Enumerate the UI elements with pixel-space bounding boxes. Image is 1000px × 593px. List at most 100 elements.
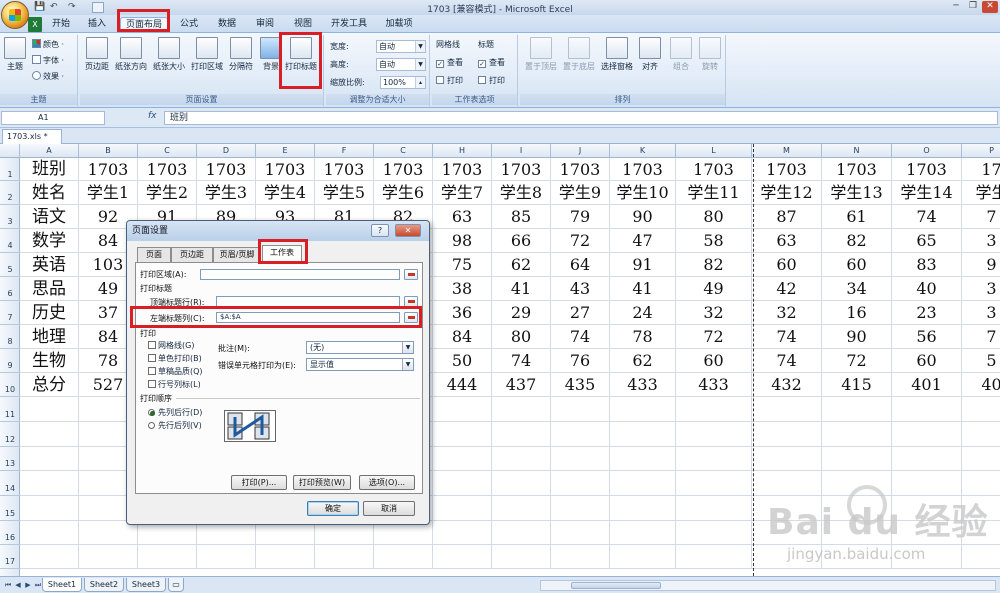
- cell-d1[interactable]: 1703: [197, 158, 256, 181]
- close-button[interactable]: ✕: [982, 1, 998, 13]
- select-all-corner[interactable]: [0, 144, 20, 158]
- cell-d2[interactable]: 学生3: [197, 181, 256, 205]
- selection-pane-button[interactable]: 选择窗格: [598, 37, 636, 83]
- cell-i3[interactable]: 85: [492, 205, 551, 229]
- cell-m10[interactable]: 432: [752, 373, 822, 397]
- cell-k8[interactable]: 78: [610, 325, 676, 349]
- cell-e2[interactable]: 学生4: [256, 181, 315, 205]
- cell-k9[interactable]: 62: [610, 349, 676, 373]
- cell-a13[interactable]: [20, 447, 79, 471]
- cell-a1[interactable]: 班别: [20, 158, 79, 181]
- cell-c2[interactable]: 学生2: [138, 181, 197, 205]
- cell-l9[interactable]: 60: [676, 349, 752, 373]
- cell-n17[interactable]: [822, 545, 892, 569]
- insert-sheet-button[interactable]: ▭: [168, 578, 184, 592]
- cell-m8[interactable]: 74: [752, 325, 822, 349]
- tab-data[interactable]: 数据: [212, 17, 242, 32]
- column-header-l[interactable]: L: [676, 144, 752, 158]
- cell-p2[interactable]: 学生: [962, 181, 1000, 205]
- cell-f1[interactable]: 1703: [315, 158, 374, 181]
- cell-m14[interactable]: [752, 471, 822, 496]
- cell-a17[interactable]: [20, 545, 79, 569]
- cell-l8[interactable]: 72: [676, 325, 752, 349]
- cell-e17[interactable]: [256, 545, 315, 569]
- cell-o16[interactable]: [892, 521, 962, 545]
- sheet-tab-sheet1[interactable]: Sheet1: [42, 578, 82, 592]
- cell-n2[interactable]: 学生13: [822, 181, 892, 205]
- cell-i1[interactable]: 1703: [492, 158, 551, 181]
- cell-k1[interactable]: 1703: [610, 158, 676, 181]
- help-button[interactable]: ?: [371, 224, 389, 237]
- cell-l12[interactable]: [676, 422, 752, 447]
- cell-h16[interactable]: [433, 521, 492, 545]
- align-button[interactable]: 对齐: [634, 37, 666, 83]
- cell-a5[interactable]: 英语: [20, 253, 79, 277]
- cell-j17[interactable]: [551, 545, 610, 569]
- black-white-checkbox[interactable]: 单色打印(B): [148, 353, 202, 364]
- cell-l7[interactable]: 32: [676, 301, 752, 325]
- cell-a8[interactable]: 地理: [20, 325, 79, 349]
- cell-a12[interactable]: [20, 422, 79, 447]
- cell-l3[interactable]: 80: [676, 205, 752, 229]
- column-header-p[interactable]: P: [962, 144, 1000, 158]
- row-col-headings-checkbox[interactable]: 行号列标(L): [148, 379, 201, 390]
- cell-c1[interactable]: 1703: [138, 158, 197, 181]
- theme-colors-button[interactable]: 颜色 ·: [32, 39, 64, 51]
- cell-j5[interactable]: 64: [551, 253, 610, 277]
- cell-l14[interactable]: [676, 471, 752, 496]
- cell-p3[interactable]: 7: [962, 205, 1000, 229]
- cell-o4[interactable]: 65: [892, 229, 962, 253]
- gridlines-print-checkbox[interactable]: 打印: [436, 75, 463, 87]
- cell-o8[interactable]: 56: [892, 325, 962, 349]
- down-then-over-radio[interactable]: 先列后行(D): [148, 407, 202, 418]
- row-header-12[interactable]: 12: [0, 422, 20, 447]
- cell-p6[interactable]: 3: [962, 277, 1000, 301]
- themes-button[interactable]: 主题: [2, 37, 28, 83]
- breaks-button[interactable]: 分隔符: [224, 37, 258, 83]
- cell-o1[interactable]: 1703: [892, 158, 962, 181]
- cell-i4[interactable]: 66: [492, 229, 551, 253]
- cell-h12[interactable]: [433, 422, 492, 447]
- cell-p5[interactable]: 9: [962, 253, 1000, 277]
- cell-n3[interactable]: 61: [822, 205, 892, 229]
- cell-i2[interactable]: 学生8: [492, 181, 551, 205]
- cell-n5[interactable]: 60: [822, 253, 892, 277]
- cell-n8[interactable]: 90: [822, 325, 892, 349]
- cell-p9[interactable]: 5: [962, 349, 1000, 373]
- cell-l4[interactable]: 58: [676, 229, 752, 253]
- cell-a11[interactable]: [20, 397, 79, 422]
- cell-h4[interactable]: 98: [433, 229, 492, 253]
- cell-h6[interactable]: 38: [433, 277, 492, 301]
- row-header-1[interactable]: 1: [0, 158, 20, 181]
- theme-fonts-button[interactable]: 字体 ·: [32, 55, 64, 67]
- restore-button[interactable]: ❐: [965, 1, 981, 13]
- last-sheet-icon[interactable]: ⏭: [34, 580, 42, 590]
- cell-a16[interactable]: [20, 521, 79, 545]
- cell-j8[interactable]: 74: [551, 325, 610, 349]
- cell-b2[interactable]: 学生1: [79, 181, 138, 205]
- cell-m9[interactable]: 74: [752, 349, 822, 373]
- cell-o3[interactable]: 74: [892, 205, 962, 229]
- cell-i11[interactable]: [492, 397, 551, 422]
- cell-h1[interactable]: 1703: [433, 158, 492, 181]
- cell-n15[interactable]: [822, 496, 892, 521]
- column-header-d[interactable]: D: [197, 144, 256, 158]
- draft-quality-checkbox[interactable]: 草稿品质(Q): [148, 366, 203, 377]
- cell-p14[interactable]: [962, 471, 1000, 496]
- cell-i17[interactable]: [492, 545, 551, 569]
- minimize-button[interactable]: ─: [948, 1, 964, 13]
- cell-i13[interactable]: [492, 447, 551, 471]
- cell-m4[interactable]: 63: [752, 229, 822, 253]
- row-header-11[interactable]: 11: [0, 397, 20, 422]
- ok-button[interactable]: 确定: [307, 501, 359, 516]
- tab-addins[interactable]: 加载项: [380, 17, 418, 32]
- cell-l5[interactable]: 82: [676, 253, 752, 277]
- cell-m15[interactable]: [752, 496, 822, 521]
- row-header-16[interactable]: 16: [0, 521, 20, 545]
- cell-a2[interactable]: 姓名: [20, 181, 79, 205]
- row-header-8[interactable]: 8: [0, 325, 20, 349]
- cell-i6[interactable]: 41: [492, 277, 551, 301]
- row-header-7[interactable]: 7: [0, 301, 20, 325]
- cell-f2[interactable]: 学生5: [315, 181, 374, 205]
- tab-review[interactable]: 审阅: [250, 17, 280, 32]
